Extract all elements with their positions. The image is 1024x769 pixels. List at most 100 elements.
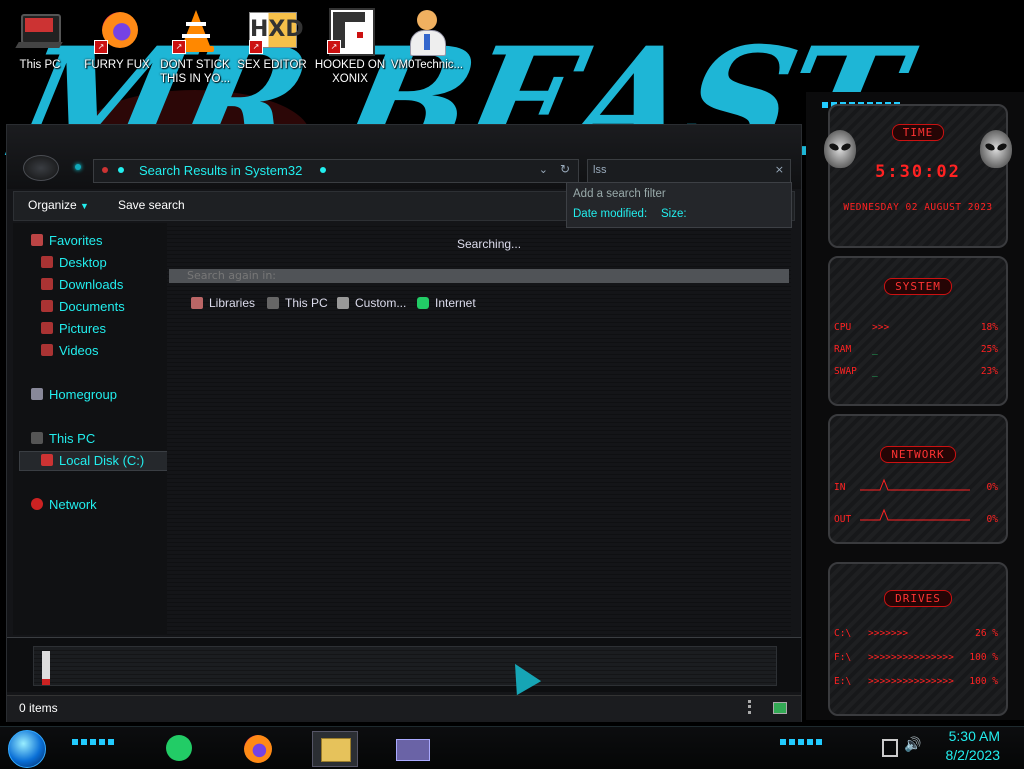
nav-label: Documents: [59, 299, 125, 314]
nav-videos[interactable]: Videos: [41, 343, 99, 358]
computer-icon: [267, 297, 279, 309]
search-query: lss: [593, 164, 607, 176]
nav-homegroup[interactable]: Homegroup: [31, 387, 117, 402]
taskbar-time[interactable]: 5:30 AM: [949, 728, 1000, 744]
location-label: Libraries: [209, 296, 256, 310]
nav-documents[interactable]: Documents: [41, 299, 125, 314]
nav-this-pc[interactable]: This PC: [31, 431, 95, 446]
ram-row: RAM _ 25%: [834, 344, 998, 355]
nav-favorites[interactable]: Favorites: [31, 233, 102, 248]
taskbar-app[interactable]: [390, 731, 434, 765]
desktop-icon-furry-fux[interactable]: ↗ FURRY FUX: [79, 6, 155, 92]
address-text: Search Results in System32: [139, 163, 303, 178]
taskbar-file-explorer[interactable]: [312, 731, 358, 767]
search-file-icon: [42, 651, 50, 685]
volume-icon[interactable]: 🔊: [904, 737, 921, 753]
nav-desktop[interactable]: Desktop: [41, 255, 107, 270]
search-location-this-pc[interactable]: This PC: [267, 296, 328, 310]
nav-network[interactable]: Network: [31, 497, 97, 512]
system-gadget[interactable]: SYSTEM CPU >>> 18% RAM _ 25% SWAP _ 23%: [828, 256, 1008, 406]
desktop-icon-label: SEX EDITOR: [237, 59, 307, 71]
drives-gadget[interactable]: DRIVES C:\ >>>>>>> 26 % F:\ >>>>>>>>>>>>>>>…: [828, 562, 1008, 716]
desktop-icon-sex-editor[interactable]: HXD ↗ SEX EDITOR: [234, 6, 310, 92]
folder-icon: [102, 167, 108, 173]
window-app-icon: [396, 739, 430, 761]
drives-gadget-title: DRIVES: [830, 590, 1006, 607]
nav-label: Downloads: [59, 277, 124, 292]
search-filter-dropdown: Add a search filter Date modified: Size:: [566, 182, 792, 228]
refresh-icon[interactable]: ↻: [560, 162, 570, 176]
drive-c-row: C:\ >>>>>>> 26 %: [834, 628, 998, 639]
organize-button[interactable]: Organize ▼: [28, 198, 89, 212]
documents-icon: [41, 300, 53, 312]
forward-button[interactable]: [75, 164, 81, 170]
search-again-bar: Search again in:: [169, 269, 789, 283]
search-location-libraries[interactable]: Libraries: [191, 296, 255, 310]
save-search-button[interactable]: Save search: [118, 198, 185, 212]
back-button[interactable]: [23, 155, 59, 181]
nav-label: Desktop: [59, 255, 107, 270]
time-gadget-title: TIME: [830, 124, 1006, 141]
network-graph: [860, 478, 970, 521]
desktop-icon-label: DONT STICK THIS IN YO...: [159, 59, 231, 85]
nav-downloads[interactable]: Downloads: [41, 277, 123, 292]
details-pane-inner: [33, 646, 777, 686]
nav-label: Network: [49, 497, 97, 512]
filter-date-modified[interactable]: Date modified:: [573, 208, 647, 220]
address-bar[interactable]: Search Results in System32 ⌄ ↻: [93, 159, 579, 183]
libraries-icon: [191, 297, 203, 309]
desktop-icon-label: FURRY FUX: [84, 59, 150, 71]
decor-strip: [780, 739, 824, 745]
taskbar: 🔊 5:30 AM 8/2/2023: [0, 726, 1024, 769]
swap-row: SWAP _ 23%: [834, 366, 998, 377]
internet-icon: [417, 297, 429, 309]
chevron-down-icon[interactable]: ⌄: [539, 163, 548, 176]
desktop-icon-vm0technic[interactable]: VM0Technic...: [389, 6, 465, 92]
vlc-icon: ↗: [172, 8, 218, 54]
start-button[interactable]: [8, 730, 46, 768]
status-bar: 0 items: [7, 695, 801, 722]
desktop-icon-this-pc[interactable]: This PC: [2, 6, 78, 92]
gadget-date: WEDNESDAY 02 AUGUST 2023: [843, 202, 993, 213]
network-gadget-title: NETWORK: [830, 446, 1006, 463]
time-gadget[interactable]: TIME 5:30:02 WEDNESDAY 02 AUGUST 2023: [824, 104, 1012, 248]
filter-size[interactable]: Size:: [661, 208, 687, 220]
file-list-area[interactable]: Searching... Search again in: Libraries …: [167, 223, 791, 635]
breadcrumb-separator-icon: [118, 167, 124, 173]
desktop-icon-hooked-on-xonix[interactable]: ↗ HOOKED ON XONIX: [312, 6, 388, 92]
desktop-icon-dont-stick[interactable]: ↗ DONT STICK THIS IN YO...: [157, 6, 233, 92]
technician-icon: [404, 8, 450, 56]
folder-icon: [337, 297, 349, 309]
network-icon: [31, 498, 43, 510]
taskbar-notes-app[interactable]: [156, 731, 200, 765]
location-label: This PC: [285, 296, 328, 310]
desktop-icon-label: This PC: [19, 59, 61, 71]
filter-header: Add a search filter: [573, 188, 666, 200]
decor-strip: [72, 739, 116, 745]
nav-label: Favorites: [49, 233, 103, 248]
details-view-icon[interactable]: [748, 700, 761, 714]
nav-local-disk[interactable]: Local Disk (C:): [41, 453, 144, 468]
network-gadget[interactable]: NETWORK IN 0% OUT 0%: [828, 414, 1008, 544]
large-icons-view-icon[interactable]: [773, 702, 787, 714]
breadcrumb-arrow-icon[interactable]: [320, 167, 326, 173]
taskbar-date[interactable]: 8/2/2023: [946, 747, 1001, 763]
nav-label: Local Disk (C:): [59, 453, 145, 468]
search-close-icon[interactable]: ×: [775, 163, 784, 176]
search-location-custom[interactable]: Custom...: [337, 296, 406, 310]
this-pc-icon: [15, 8, 63, 54]
desktop-icon-label: HOOKED ON XONIX: [314, 59, 386, 85]
hxd-icon: HXD ↗: [249, 8, 304, 54]
notes-icon: [166, 735, 192, 761]
star-icon: [31, 234, 43, 246]
search-location-internet[interactable]: Internet: [417, 296, 476, 310]
network-tray-icon[interactable]: [882, 739, 898, 757]
nav-pictures[interactable]: Pictures: [41, 321, 106, 336]
firefox-icon: [244, 735, 272, 763]
desktop-icon: [41, 256, 53, 268]
videos-icon: [41, 344, 53, 356]
taskbar-firefox[interactable]: [236, 731, 280, 765]
details-pane: [7, 637, 801, 692]
search-input[interactable]: lss ×: [587, 159, 791, 183]
computer-icon: [31, 432, 43, 444]
